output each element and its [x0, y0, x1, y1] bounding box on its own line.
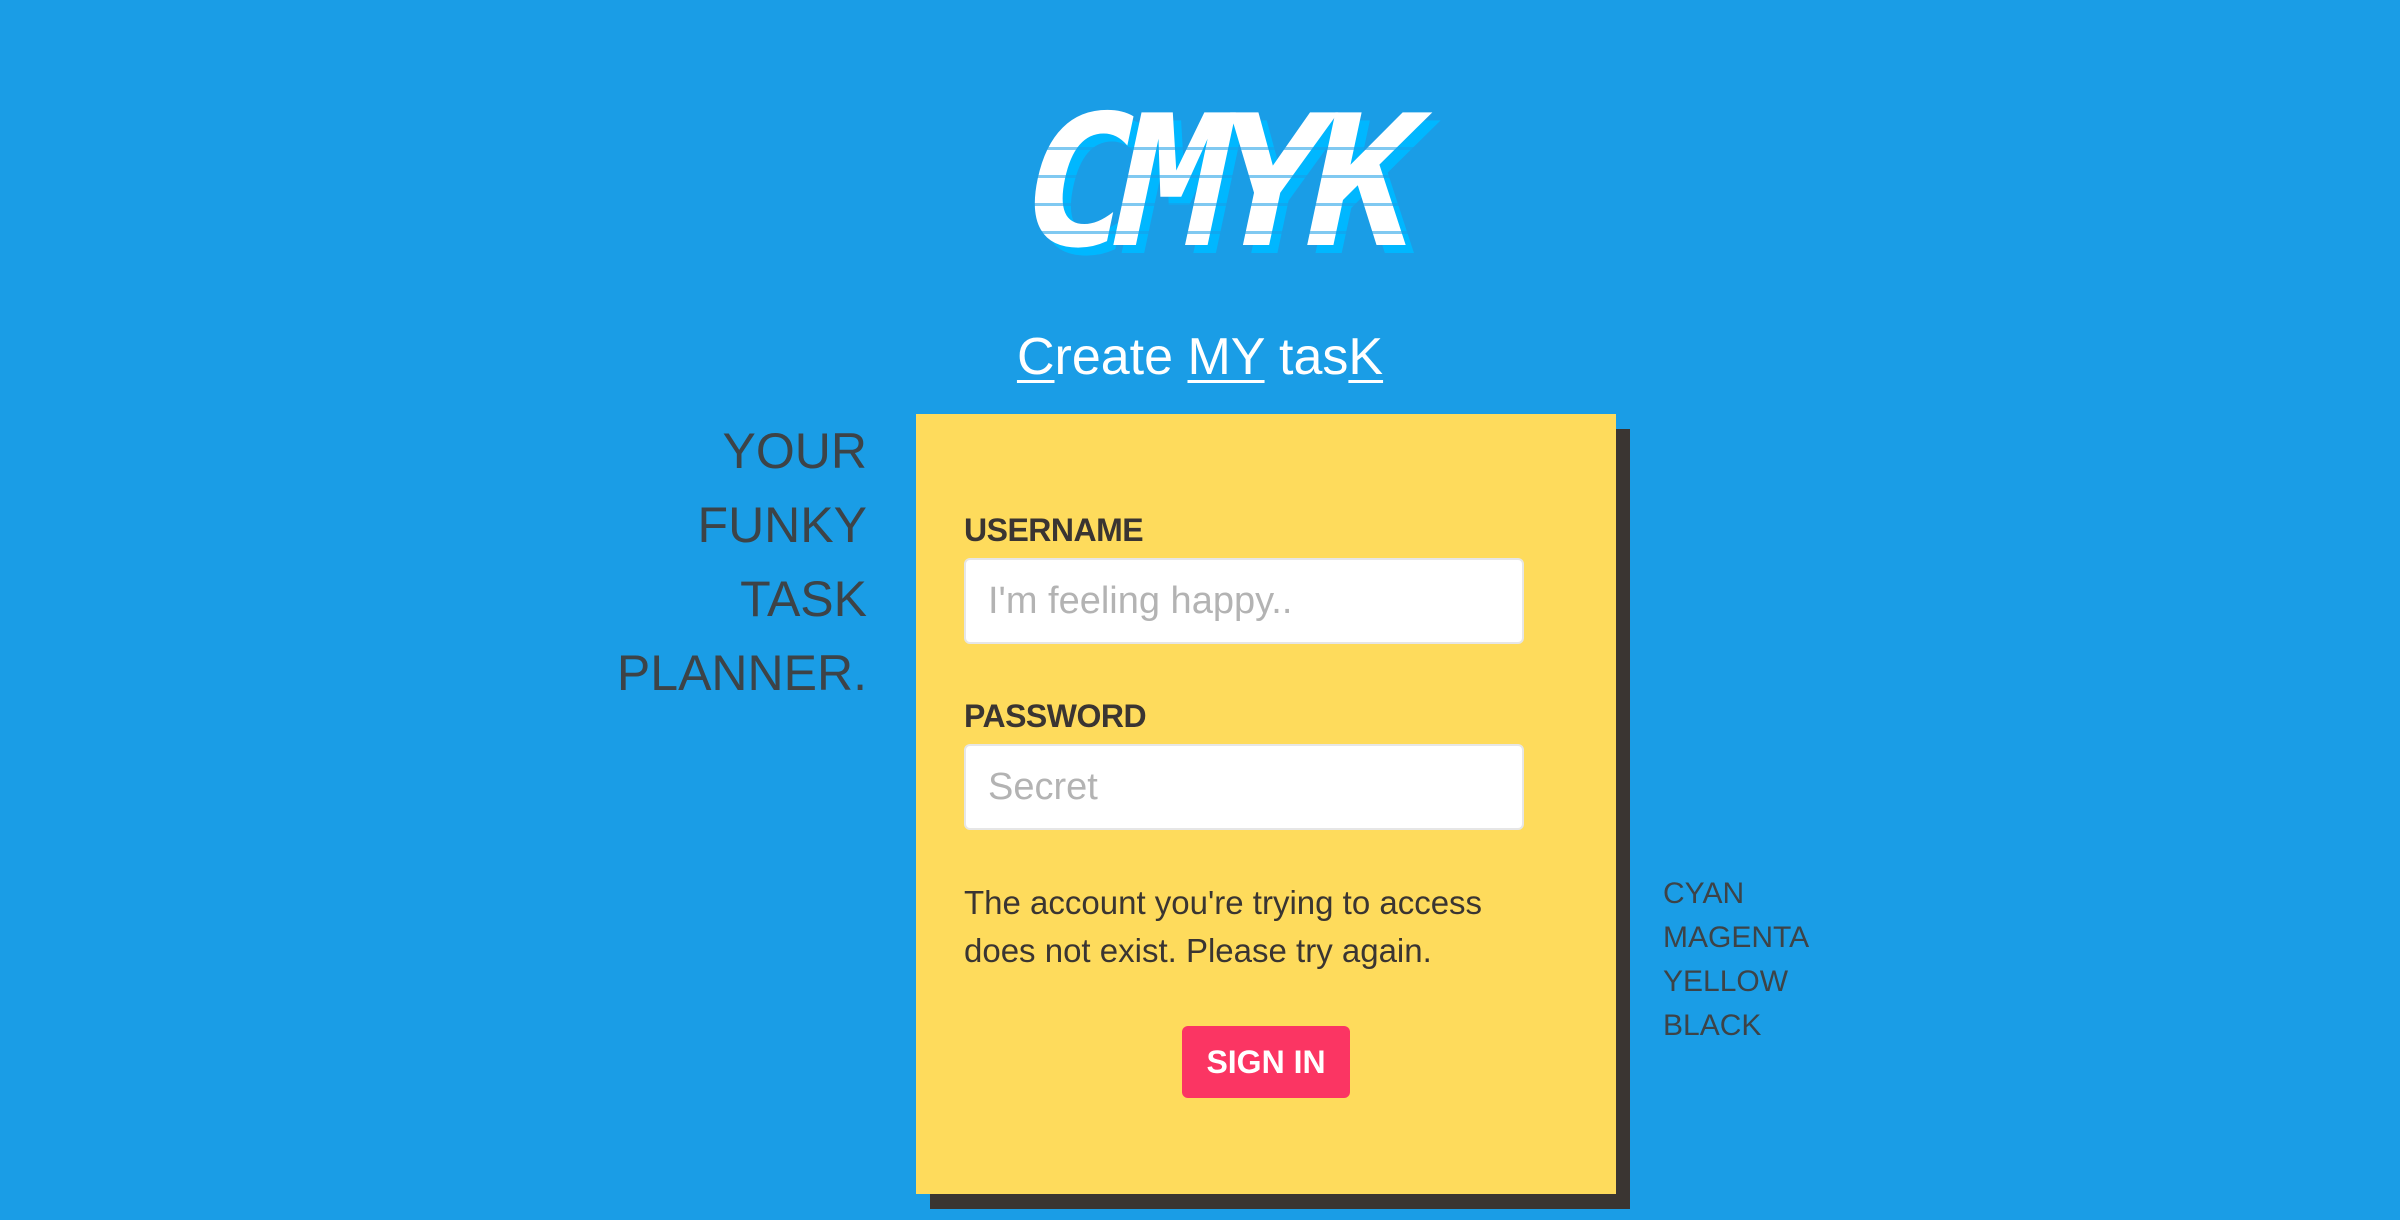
- app-subtitle: Create MY tasK: [0, 322, 2400, 392]
- subtitle-letter-k: K: [1348, 328, 1384, 386]
- sign-in-button[interactable]: SIGN IN: [1182, 1026, 1350, 1098]
- tagline: YOUR FUNKY TASK PLANNER.: [617, 414, 867, 710]
- color-list-item: MAGENTA: [1663, 921, 1810, 954]
- tagline-line: PLANNER.: [616, 645, 867, 701]
- tagline-line: YOUR: [722, 423, 867, 479]
- username-label: USERNAME: [964, 512, 1144, 548]
- color-list-item: CYAN: [1663, 877, 1745, 910]
- subtitle-letter-c: C: [1016, 328, 1055, 386]
- error-message: The account you're trying to access does…: [964, 884, 1483, 969]
- cmyk-logo: CMYK CMYK: [1000, 95, 1460, 285]
- username-input[interactable]: [964, 558, 1524, 644]
- color-list-item: YELLOW: [1663, 965, 1789, 998]
- tagline-line: TASK: [740, 571, 867, 627]
- password-input[interactable]: [964, 744, 1524, 830]
- login-card: USERNAME PASSWORD The account you're try…: [916, 414, 1616, 1194]
- subtitle-word-my: MY: [1187, 328, 1265, 386]
- color-list: CYAN MAGENTA YELLOW BLACK: [1663, 872, 1809, 1048]
- subtitle-text-tas: tas: [1264, 328, 1349, 386]
- color-list-item: BLACK: [1663, 1009, 1762, 1042]
- password-label: PASSWORD: [964, 698, 1147, 734]
- logo-text: CMYK: [1001, 95, 1442, 285]
- subtitle-text-reate: reate: [1054, 328, 1188, 386]
- tagline-line: FUNKY: [697, 497, 867, 553]
